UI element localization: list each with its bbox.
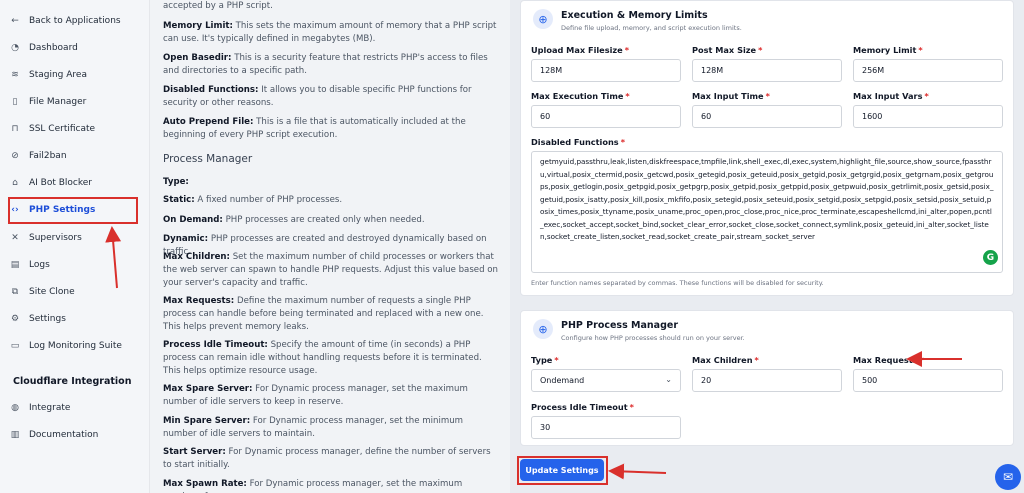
sidebar: ← Back to Applications ◔ Dashboard ≋ Sta… xyxy=(0,0,150,493)
idle-timeout-input[interactable]: 30 xyxy=(531,416,681,439)
memory-limit-input[interactable]: 256M xyxy=(853,59,1003,82)
sidebar-item-label: Settings xyxy=(29,314,66,324)
sidebar-item-settings[interactable]: ⚙ Settings xyxy=(10,308,140,330)
sidebar-item-log-monitoring[interactable]: ▭ Log Monitoring Suite xyxy=(10,335,140,357)
max-requests-label: Max Requests * xyxy=(853,355,924,365)
tools-icon: ✕ xyxy=(11,233,19,243)
doc-max-spare: Max Spare Server: For Dynamic process ma… xyxy=(163,384,468,407)
sidebar-item-label: Supervisors xyxy=(29,233,82,243)
sidebar-item-dashboard[interactable]: ◔ Dashboard xyxy=(10,37,140,59)
card-title: PHP Process Manager xyxy=(561,320,679,331)
memory-limit-label: Memory Limit * xyxy=(853,45,923,55)
sidebar-item-label: Fail2ban xyxy=(29,151,67,161)
sidebar-item-label: Integrate xyxy=(29,403,71,413)
post-max-input[interactable]: 128M xyxy=(692,59,842,82)
globe-icon: ⊕ xyxy=(533,319,553,339)
sidebar-item-ssl[interactable]: ⊓ SSL Certificate xyxy=(10,118,140,140)
max-exec-input[interactable]: 60 xyxy=(531,105,681,128)
sidebar-item-label: Site Clone xyxy=(29,287,75,297)
doc-intro-tail: accepted by a PHP script. xyxy=(163,1,273,11)
lock-icon: ⊓ xyxy=(11,124,19,134)
max-children-label: Max Children * xyxy=(692,355,759,365)
update-button-highlight xyxy=(517,456,608,485)
gear-icon: ⚙ xyxy=(10,314,20,324)
upload-max-input[interactable]: 128M xyxy=(531,59,681,82)
globe-icon: ⊕ xyxy=(533,9,553,29)
type-select[interactable]: Ondemand ⌄ xyxy=(531,369,681,392)
max-requests-input[interactable]: 500 xyxy=(853,369,1003,392)
robot-icon: ⌂ xyxy=(12,178,18,188)
disabled-functions-hint: Enter function names separated by commas… xyxy=(531,279,824,287)
globe-icon: ◍ xyxy=(11,403,19,413)
card-subtitle: Define file upload, memory, and script e… xyxy=(561,24,742,32)
doc-start-server: Start Server: For Dynamic process manage… xyxy=(163,447,491,470)
doc-max-spawn: Max Spawn Rate: For Dynamic process mana… xyxy=(163,479,463,493)
disabled-functions-textarea[interactable]: getmyuid,passthru,leak,listen,diskfreesp… xyxy=(531,151,1003,273)
doc-pm-heading: Process Manager xyxy=(163,153,253,165)
doc-type: Type: xyxy=(163,177,189,187)
sidebar-item-label: Dashboard xyxy=(29,43,78,53)
doc-max-requests: Max Requests: Define the maximum number … xyxy=(163,296,484,332)
max-exec-label: Max Execution Time * xyxy=(531,91,630,101)
settings-panel: ⊕ Execution & Memory Limits Define file … xyxy=(510,0,1024,493)
max-input-vars-label: Max Input Vars * xyxy=(853,91,929,101)
copy-icon: ⧉ xyxy=(11,287,19,297)
doc-on-demand: On Demand: PHP processes are created onl… xyxy=(163,215,425,225)
monitor-icon: ▭ xyxy=(10,341,20,351)
post-max-label: Post Max Size * xyxy=(692,45,763,55)
sidebar-item-fail2ban[interactable]: ⊘ Fail2ban xyxy=(10,145,140,167)
file-icon: ▯ xyxy=(12,97,18,107)
layers-icon: ≋ xyxy=(11,70,19,80)
sidebar-item-integrate[interactable]: ◍ Integrate xyxy=(10,397,140,419)
doc-memory-limit: Memory Limit: This sets the maximum amou… xyxy=(163,21,497,44)
type-select-value: Ondemand xyxy=(540,376,585,385)
sidebar-item-staging[interactable]: ≋ Staging Area xyxy=(10,64,140,86)
book-icon: ▥ xyxy=(10,430,20,440)
doc-max-children: Max Children: Set the maximum number of … xyxy=(163,252,498,288)
sidebar-item-label: Documentation xyxy=(29,430,99,440)
sidebar-item-back[interactable]: ← Back to Applications xyxy=(10,10,140,32)
ban-icon: ⊘ xyxy=(11,151,19,161)
sidebar-item-label: Staging Area xyxy=(29,70,87,80)
sidebar-item-label: AI Bot Blocker xyxy=(29,178,92,188)
doc-static: Static: A fixed number of PHP processes. xyxy=(163,195,343,205)
sidebar-item-site-clone[interactable]: ⧉ Site Clone xyxy=(10,281,140,303)
sidebar-item-label: SSL Certificate xyxy=(29,124,96,134)
grammarly-icon[interactable]: G xyxy=(983,250,998,265)
sidebar-item-label: Logs xyxy=(29,260,50,270)
card-subtitle: Configure how PHP processes should run o… xyxy=(561,334,745,342)
doc-icon: ▤ xyxy=(10,260,20,270)
card-title: Execution & Memory Limits xyxy=(561,10,708,21)
doc-open-basedir: Open Basedir: This is a security feature… xyxy=(163,53,488,76)
sidebar-section-title: Cloudflare Integration xyxy=(13,376,132,387)
max-input-vars-input[interactable]: 1600 xyxy=(853,105,1003,128)
max-children-input[interactable]: 20 xyxy=(692,369,842,392)
doc-column: accepted by a PHP script. Memory Limit: … xyxy=(150,0,510,493)
type-label: Type * xyxy=(531,355,559,365)
sidebar-item-supervisors[interactable]: ✕ Supervisors xyxy=(10,227,140,249)
gauge-icon: ◔ xyxy=(11,43,19,53)
sidebar-item-label: File Manager xyxy=(29,97,87,107)
sidebar-item-file-manager[interactable]: ▯ File Manager xyxy=(10,91,140,113)
max-input-time-input[interactable]: 60 xyxy=(692,105,842,128)
upload-max-label: Upload Max Filesize * xyxy=(531,45,630,55)
doc-auto-prepend: Auto Prepend File: This is a file that i… xyxy=(163,117,466,140)
idle-timeout-label: Process Idle Timeout * xyxy=(531,402,634,412)
disabled-functions-label: Disabled Functions * xyxy=(531,137,625,147)
chevron-down-icon: ⌄ xyxy=(665,375,672,384)
chat-icon[interactable]: ✉ xyxy=(995,464,1021,490)
doc-idle-timeout: Process Idle Timeout: Specify the amount… xyxy=(163,340,482,376)
sidebar-item-label: Log Monitoring Suite xyxy=(29,341,122,351)
doc-min-spare: Min Spare Server: For Dynamic process ma… xyxy=(163,416,464,439)
php-settings-highlight xyxy=(8,197,138,224)
sidebar-item-logs[interactable]: ▤ Logs xyxy=(10,254,140,276)
sidebar-item-label: Back to Applications xyxy=(29,16,121,26)
execution-memory-card: ⊕ Execution & Memory Limits Define file … xyxy=(520,0,1014,296)
sidebar-item-documentation[interactable]: ▥ Documentation xyxy=(10,424,140,446)
php-process-manager-card: ⊕ PHP Process Manager Configure how PHP … xyxy=(520,310,1014,446)
sidebar-item-ai-bot-blocker[interactable]: ⌂ AI Bot Blocker xyxy=(10,172,140,194)
max-input-time-label: Max Input Time * xyxy=(692,91,770,101)
doc-disabled-functions: Disabled Functions: It allows you to dis… xyxy=(163,85,472,108)
arrow-left-icon: ← xyxy=(11,16,19,26)
